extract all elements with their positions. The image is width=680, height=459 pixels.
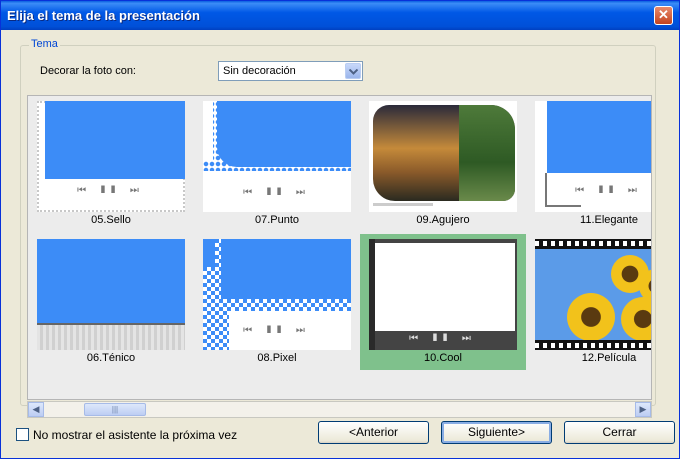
theme-thumbnail xyxy=(535,239,651,350)
theme-tile-tenico[interactable]: 06.Ténico xyxy=(28,234,194,370)
theme-tile-agujero[interactable]: 09.Agujero xyxy=(360,96,526,232)
decorate-label: Decorar la foto con: xyxy=(40,65,136,77)
close-button[interactable]: Cerrar xyxy=(564,421,675,444)
theme-group: Tema Decorar la foto con: Sin decoración… xyxy=(20,38,656,418)
theme-thumbnail: ⏮ ❚❚ ⏭ xyxy=(369,239,517,350)
next-button[interactable]: Siguiente> xyxy=(441,421,552,444)
close-icon[interactable]: ✕ xyxy=(654,6,673,25)
player-controls-icon: ⏮ ❚❚ ⏭ xyxy=(575,185,643,196)
theme-thumbnail: ⏮ ❚❚ ⏭ xyxy=(203,101,351,212)
dont-show-again-label[interactable]: No mostrar el asistente la próxima vez xyxy=(33,428,237,442)
decoration-select-value: Sin decoración xyxy=(223,65,296,77)
dialog-body: Tema Decorar la foto con: Sin decoración… xyxy=(3,30,677,458)
theme-tile-pixel[interactable]: ⏮ ❚❚ ⏭ 08.Pixel xyxy=(194,234,360,370)
theme-tile-punto[interactable]: ⏮ ❚❚ ⏭ 07.Punto xyxy=(194,96,360,232)
theme-thumbnail: ⏮ ❚❚ ⏭ xyxy=(203,239,351,350)
theme-label: 12.Película xyxy=(581,352,637,364)
window-title: Elija el tema de la presentación xyxy=(7,8,200,23)
player-controls-icon: ⏮ ❚❚ ⏭ xyxy=(77,185,145,196)
theme-label: 11.Elegante xyxy=(580,214,638,226)
theme-tile-cool[interactable]: ⏮ ❚❚ ⏭ 10.Cool xyxy=(360,234,526,370)
scroll-right-icon[interactable]: ▶ xyxy=(635,402,651,417)
player-controls-icon: ⏮ ❚❚ ⏭ xyxy=(409,333,477,344)
dialog-window: Elija el tema de la presentación ✕ Tema … xyxy=(0,0,680,459)
scroll-thumb[interactable]: ||| xyxy=(84,403,146,416)
horizontal-scrollbar[interactable]: ◀ ||| ▶ xyxy=(27,401,652,418)
theme-label: 09.Agujero xyxy=(416,214,470,226)
theme-thumbnail: ⏮ ❚❚ ⏭ xyxy=(37,101,185,212)
theme-label: 08.Pixel xyxy=(257,352,297,364)
player-controls-icon: ⏮ ❚❚ ⏭ xyxy=(243,325,311,336)
back-button[interactable]: <Anterior xyxy=(318,421,429,444)
decoration-select[interactable]: Sin decoración xyxy=(218,61,363,81)
theme-label: 07.Punto xyxy=(254,214,300,226)
theme-thumbnail xyxy=(37,239,185,350)
theme-label: 06.Ténico xyxy=(86,352,136,364)
player-controls-icon: ⏮ ❚❚ ⏭ xyxy=(243,187,311,198)
dont-show-again-checkbox[interactable] xyxy=(16,428,29,441)
theme-gallery: ⏮ ❚❚ ⏭ 05.Sello ⏮ ❚❚ ⏭ 07.Punto 09.Aguje… xyxy=(27,95,652,400)
theme-tile-sello[interactable]: ⏮ ❚❚ ⏭ 05.Sello xyxy=(28,96,194,232)
theme-thumbnail: ⏮ ❚❚ ⏭ xyxy=(535,101,651,212)
theme-label: 05.Sello xyxy=(91,214,131,226)
scroll-left-icon[interactable]: ◀ xyxy=(28,402,44,417)
theme-tile-pelicula[interactable]: 12.Película xyxy=(526,234,651,370)
theme-label: 10.Cool xyxy=(424,352,462,364)
theme-thumbnail xyxy=(369,101,517,212)
theme-tile-elegante[interactable]: ⏮ ❚❚ ⏭ 11.Elegante xyxy=(526,96,651,232)
title-bar[interactable]: Elija el tema de la presentación ✕ xyxy=(1,1,679,30)
group-legend: Tema xyxy=(29,38,60,50)
chevron-down-icon[interactable] xyxy=(345,63,361,79)
